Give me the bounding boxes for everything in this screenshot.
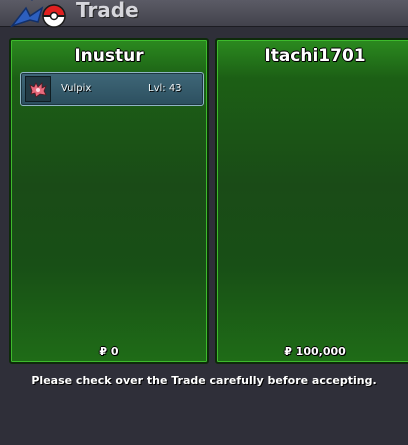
title-bar[interactable]: Trade	[0, 0, 408, 28]
left-player-name: Inustur	[74, 46, 144, 66]
right-trade-panel: Itachi1701 ₽ 100,000	[215, 38, 408, 364]
trade-item-vulpix[interactable]: Vulpix Lvl: 43	[20, 72, 204, 106]
trade-window: Trade Inustur Vulpix Lvl: 43 ₽ 0 Itachi1…	[0, 0, 408, 445]
left-trade-panel: Inustur Vulpix Lvl: 43 ₽ 0	[9, 38, 209, 364]
vulpix-sprite-icon	[25, 76, 51, 102]
item-level: Lvl: 43	[148, 83, 182, 94]
pokeball-trade-icon	[9, 0, 66, 28]
left-money: ₽ 0	[99, 345, 119, 358]
right-player-name: Itachi1701	[264, 46, 366, 66]
trade-footer-message: Please check over the Trade carefully be…	[31, 374, 377, 387]
item-name: Vulpix	[61, 83, 92, 94]
window-title: Trade	[76, 0, 139, 22]
right-money: ₽ 100,000	[284, 345, 346, 358]
